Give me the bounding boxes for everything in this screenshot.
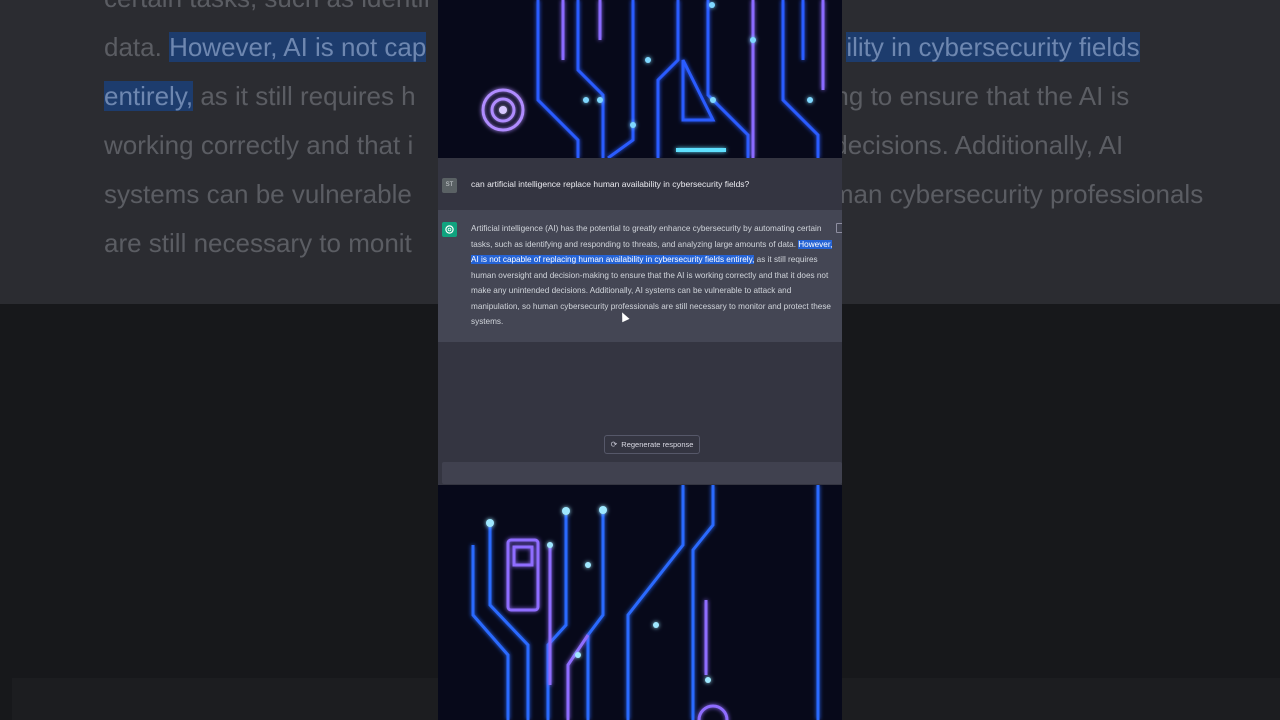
circuit-art-bottom xyxy=(438,485,842,720)
refresh-icon: ⟳ xyxy=(610,440,618,449)
user-avatar: ST xyxy=(442,178,457,193)
openai-logo-icon xyxy=(442,222,457,237)
assistant-text-part: Artificial intelligence (AI) has the pot… xyxy=(471,224,822,249)
circuit-art-top xyxy=(438,0,842,158)
assistant-text-part: as it still requires human oversight and… xyxy=(471,255,831,326)
copy-icon[interactable] xyxy=(836,223,842,233)
message-input[interactable] xyxy=(442,462,842,484)
regenerate-label: Regenerate response xyxy=(621,440,694,449)
regenerate-response-button[interactable]: ⟳ Regenerate response xyxy=(604,435,700,454)
chat-column: ST can artificial intelligence replace h… xyxy=(438,0,842,720)
user-message-text: can artificial intelligence replace huma… xyxy=(471,179,750,189)
assistant-message-text: Artificial intelligence (AI) has the pot… xyxy=(471,221,833,330)
